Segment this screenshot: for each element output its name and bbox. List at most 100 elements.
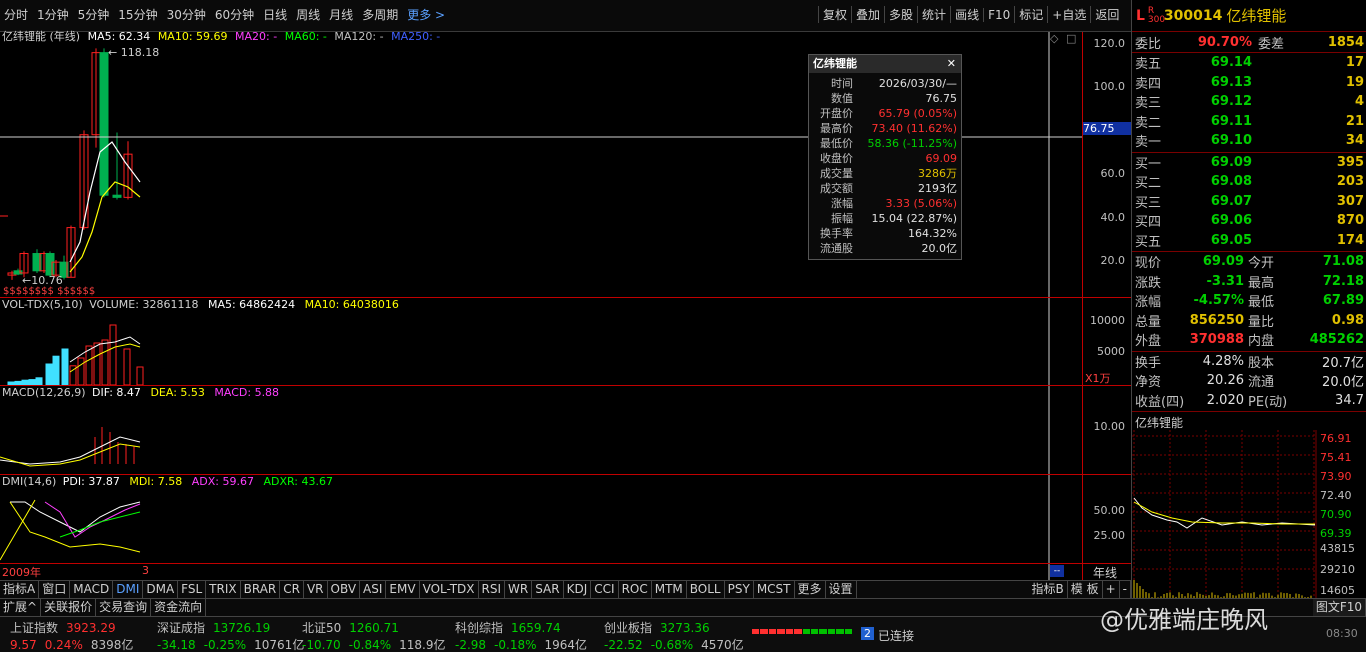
stat-label: 内盘 (1244, 330, 1284, 349)
indicator-tab[interactable]: SAR (532, 581, 563, 598)
indicator-tab[interactable]: DMA (143, 581, 178, 598)
index-change: -10.70 (302, 638, 341, 652)
indicator-tab[interactable]: OBV (328, 581, 361, 598)
period-7[interactable]: 周线 (296, 6, 320, 23)
tooltip-key: 成交量 (809, 166, 853, 181)
right-price-axis: 120.0100.080.060.040.020.076.75100005000… (1082, 32, 1131, 580)
tool-3[interactable]: 统计 (917, 6, 950, 23)
indicator-tab[interactable]: ASI (360, 581, 386, 598)
indicator-tab[interactable]: WR (505, 581, 532, 598)
index-change: -22.52 (604, 638, 643, 652)
index-line2: -34.18 -0.25% 10761亿 (157, 636, 304, 652)
ask-volume: 34 (1252, 133, 1366, 148)
index-change: -2.98 (455, 638, 486, 652)
indicator-tab[interactable]: 设置 (826, 581, 857, 598)
index-name: 北证50 (302, 621, 341, 635)
quote-panel: LR 300 300014 亿纬锂能 委比 90.70% 委差 1854 卖五 69.14 17 卖… (1131, 0, 1366, 600)
price-axis-tick: 120.0 (1085, 37, 1125, 50)
indicator-tab[interactable]: RSI (479, 581, 506, 598)
extension-tab[interactable]: 关联报价 (41, 599, 96, 616)
bid-label: 买三 (1132, 192, 1182, 211)
tool-6[interactable]: 标记 (1014, 6, 1047, 23)
diamond-icon: ◇ (1050, 32, 1059, 45)
mini-intraday-chart[interactable]: 76.91 75.41 73.90 72.40 70.90 69.39 43815 29210… (1132, 430, 1366, 605)
ask-price: 69.13 (1182, 75, 1252, 90)
period-10[interactable]: 更多 > (407, 6, 445, 23)
period-2[interactable]: 5分钟 (78, 6, 110, 23)
tool-8[interactable]: 返回 (1090, 6, 1123, 23)
indicator-tab[interactable]: EMV (386, 581, 419, 598)
stat-value: 20.26 (1166, 373, 1244, 388)
stat-label: 流通 (1244, 371, 1296, 390)
bid-row: 买三 69.07 307 (1132, 192, 1366, 211)
tab-right[interactable]: 指标B (1029, 581, 1068, 598)
indicator-tab[interactable]: MTM (652, 581, 687, 598)
index-quote[interactable]: 北证50 1260.71 -10.70 -0.84% 118.9亿 (302, 619, 446, 652)
indicator-tab[interactable]: BRAR (241, 581, 281, 598)
indicator-tab[interactable]: CCI (591, 581, 618, 598)
indicator-tab[interactable]: CR (280, 581, 304, 598)
tab-right[interactable]: - (1120, 581, 1131, 598)
tool-5[interactable]: F10 (983, 8, 1014, 22)
indicator-tab[interactable]: 窗口 (39, 581, 70, 598)
tab-right[interactable]: 模 板 (1068, 581, 1103, 598)
index-quote[interactable]: 科创综指 1659.74 -2.98 -0.18% 1964亿 (455, 619, 587, 652)
volume-bar (36, 378, 42, 385)
indicator-tab[interactable]: 指标A (0, 581, 39, 598)
index-quote[interactable]: 深证成指 13726.19 -34.18 -0.25% 10761亿 (157, 619, 304, 652)
period-8[interactable]: 月线 (329, 6, 353, 23)
tool-1[interactable]: 叠加 (851, 6, 884, 23)
period-6[interactable]: 日线 (263, 6, 287, 23)
indicator-tab[interactable]: PSY (725, 581, 754, 598)
dmi-start-line (0, 500, 35, 560)
period-4[interactable]: 30分钟 (167, 6, 206, 23)
indicator-tab[interactable]: MCST (754, 581, 795, 598)
index-line1: 科创综指 1659.74 (455, 619, 587, 636)
scroll-marker[interactable]: -- (1050, 565, 1064, 577)
mini-vol-tick: 43815 (1320, 542, 1355, 555)
volume-bar (137, 367, 143, 385)
indicator-tab[interactable]: FSL (178, 581, 206, 598)
period-3[interactable]: 15分钟 (118, 6, 157, 23)
index-value: 1659.74 (511, 621, 561, 635)
period-0[interactable]: 分时 (4, 6, 28, 23)
ma60-value: MA60: - (285, 30, 327, 43)
stat-label: PE(动) (1244, 391, 1296, 410)
stat-value: 485262 (1284, 332, 1366, 347)
index-quote[interactable]: 创业板指 3273.36 -22.52 -0.68% 4570亿 (604, 619, 744, 652)
volume-bar (62, 349, 68, 385)
tool-0[interactable]: 复权 (818, 6, 851, 23)
connection-status[interactable]: 已连接 (878, 627, 914, 644)
volume-pane (8, 325, 143, 385)
indicator-tab[interactable]: DMI (113, 581, 143, 598)
stat-label: 最高 (1244, 272, 1284, 291)
indicator-tab[interactable]: ROC (619, 581, 652, 598)
tab-right[interactable]: + (1103, 581, 1120, 598)
f10-tab[interactable]: 图文F10 (1313, 599, 1366, 616)
volume-bar (124, 349, 130, 385)
indicator-tab[interactable]: 更多 (795, 581, 826, 598)
tool-4[interactable]: 画线 (950, 6, 983, 23)
x-axis-end: 3 (142, 564, 149, 577)
tooltip-key: 最高价 (809, 121, 853, 136)
period-1[interactable]: 1分钟 (37, 6, 69, 23)
index-quote[interactable]: 上证指数 3923.29 9.57 0.24% 8398亿 (10, 619, 133, 652)
period-9[interactable]: 多周期 (362, 6, 398, 23)
tool-7[interactable]: +自选 (1047, 6, 1090, 23)
tooltip-key: 成交额 (809, 181, 853, 196)
close-icon[interactable]: ✕ (947, 55, 956, 73)
indicator-tab[interactable]: MACD (70, 581, 113, 598)
indicator-tab[interactable]: KDJ (564, 581, 592, 598)
indicator-tab[interactable]: VR (304, 581, 328, 598)
breadth-segment (836, 629, 843, 634)
extension-tab[interactable]: 交易查询 (96, 599, 151, 616)
extension-tab[interactable]: 资金流向 (151, 599, 206, 616)
period-5[interactable]: 60分钟 (215, 6, 254, 23)
extension-tab[interactable]: 扩展^ (0, 599, 41, 616)
index-pct: 0.24% (45, 638, 83, 652)
indicator-tab[interactable]: TRIX (206, 581, 240, 598)
tool-2[interactable]: 多股 (884, 6, 917, 23)
indicator-tab[interactable]: VOL-TDX (420, 581, 479, 598)
indicator-tab[interactable]: BOLL (687, 581, 725, 598)
window-toggle-icon: □ (1066, 32, 1076, 45)
